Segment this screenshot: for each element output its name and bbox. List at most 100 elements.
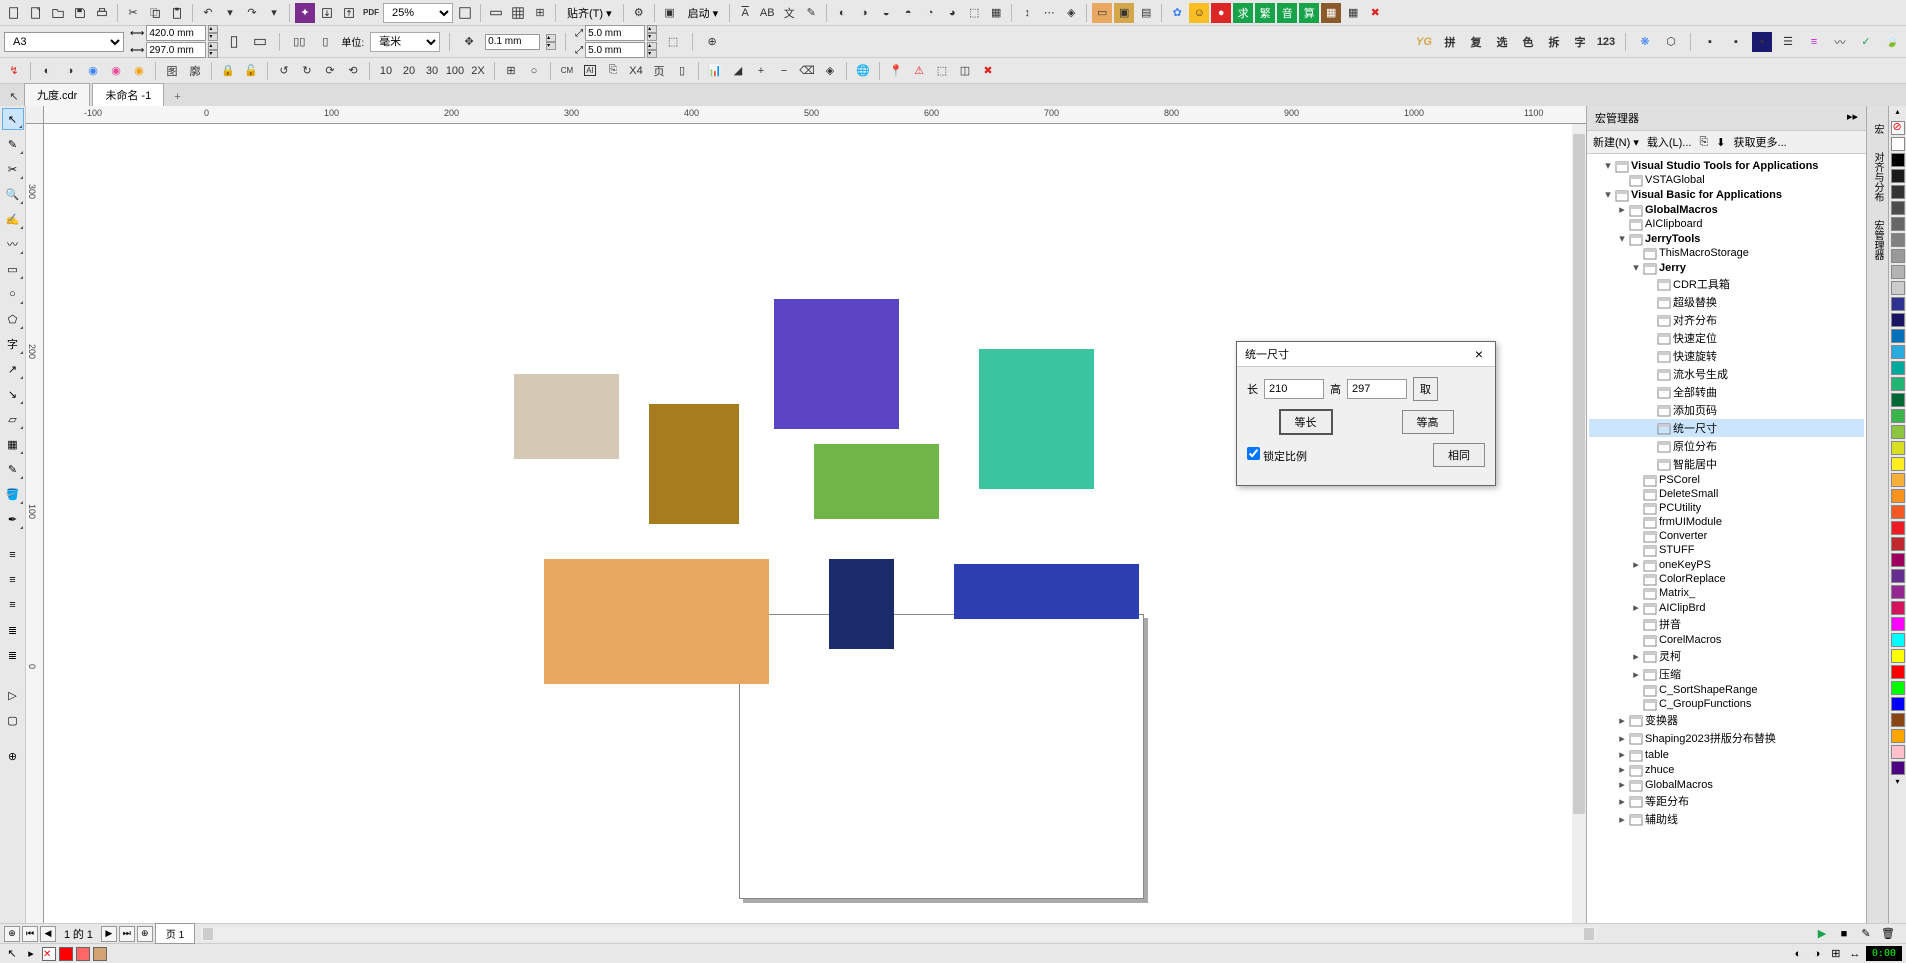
print-icon[interactable] bbox=[92, 3, 112, 23]
extra-tool-2[interactable]: ▢ bbox=[2, 709, 24, 731]
new-macro-button[interactable]: 新建(N) ▾ bbox=[1593, 134, 1639, 150]
expand-icon[interactable]: ▸ bbox=[1631, 668, 1641, 681]
group-icon[interactable]: ⬚ bbox=[932, 61, 952, 81]
macro-icon[interactable]: ▣ bbox=[660, 3, 680, 23]
panel-collapse-icon[interactable]: ▸▸ bbox=[1847, 110, 1858, 126]
t3-100[interactable]: 100 bbox=[445, 61, 465, 81]
tree-node[interactable]: ThisMacroStorage bbox=[1589, 246, 1864, 260]
new-from-template-icon[interactable] bbox=[26, 3, 46, 23]
status-tool-2[interactable]: ◑ bbox=[1809, 946, 1825, 962]
tree-node[interactable]: ▸辅助线 bbox=[1589, 810, 1864, 828]
dup-y-input[interactable] bbox=[585, 42, 645, 58]
t3-icon-3[interactable]: ◉ bbox=[83, 61, 103, 81]
eraser-icon[interactable]: ◢ bbox=[728, 61, 748, 81]
green-qiu-icon[interactable]: 求 bbox=[1233, 3, 1253, 23]
green-check-icon[interactable]: ✓ bbox=[1856, 32, 1876, 52]
get-more-button[interactable]: 获取更多... bbox=[1734, 134, 1787, 150]
intersect-icon[interactable]: ◒ bbox=[876, 3, 896, 23]
color-swatch[interactable] bbox=[1891, 473, 1905, 487]
panel-icon-2[interactable]: ⬇ bbox=[1716, 136, 1725, 149]
same-button[interactable]: 相同 bbox=[1433, 443, 1485, 467]
canvas-shape-4[interactable] bbox=[979, 349, 1094, 489]
dup-x-input[interactable] bbox=[585, 25, 645, 41]
canvas-shape-7[interactable] bbox=[954, 564, 1139, 619]
tree-node[interactable]: ▸压缩 bbox=[1589, 665, 1864, 683]
tree-node[interactable]: ▾Jerry bbox=[1589, 260, 1864, 275]
t3-icon-1[interactable]: ◐ bbox=[37, 61, 57, 81]
dialog-titlebar[interactable]: 统一尺寸 × bbox=[1237, 342, 1495, 367]
horizontal-ruler[interactable]: -100010020030040050060070080090010001100… bbox=[44, 106, 1586, 124]
tree-node[interactable]: 智能居中 bbox=[1589, 455, 1864, 473]
expand-icon[interactable]: ▸ bbox=[1617, 203, 1627, 216]
color-swatch[interactable] bbox=[1891, 201, 1905, 215]
expand-icon[interactable]: ▸ bbox=[1631, 601, 1641, 614]
text-eyedropper-icon[interactable]: ✎ bbox=[801, 3, 821, 23]
green-leaf-icon[interactable]: 🍃 bbox=[1882, 32, 1902, 52]
expand-icon[interactable]: ▸ bbox=[1617, 732, 1627, 745]
expand-icon[interactable]: ▸ bbox=[1617, 748, 1627, 761]
tree-node[interactable]: C_GroupFunctions bbox=[1589, 697, 1864, 711]
reset-icon[interactable]: ⟲ bbox=[343, 61, 363, 81]
color-swatch[interactable] bbox=[1891, 377, 1905, 391]
connector-tool[interactable]: ↘ bbox=[2, 383, 24, 405]
color-swatch[interactable] bbox=[1891, 665, 1905, 679]
tree-node[interactable]: 统一尺寸 bbox=[1589, 419, 1864, 437]
treat-as-icon[interactable]: ⬚ bbox=[663, 32, 683, 52]
docker-tab-1[interactable]: 宏 bbox=[1868, 116, 1887, 142]
tree-node[interactable]: DeleteSmall bbox=[1589, 487, 1864, 501]
tree-node[interactable]: ▸AIClipBrd bbox=[1589, 600, 1864, 615]
zoom-tool[interactable]: 🔍 bbox=[2, 183, 24, 205]
nudge-input[interactable] bbox=[485, 34, 540, 50]
stop-macro-icon[interactable]: ■ bbox=[1836, 926, 1852, 942]
tree-node[interactable]: ▸GlobalMacros bbox=[1589, 202, 1864, 217]
tree-node[interactable]: Matrix_ bbox=[1589, 586, 1864, 600]
height-up[interactable]: ▴ bbox=[208, 42, 218, 50]
prev-page[interactable]: ◀ bbox=[40, 926, 56, 942]
green-fan-icon[interactable]: 繁 bbox=[1255, 3, 1275, 23]
plus-icon[interactable]: + bbox=[751, 61, 771, 81]
tree-node[interactable]: STUFF bbox=[1589, 543, 1864, 557]
color-swatch[interactable] bbox=[1891, 553, 1905, 567]
scrollbar-thumb[interactable] bbox=[1573, 134, 1585, 814]
first-page[interactable]: ⏮ bbox=[22, 926, 38, 942]
tree-node[interactable]: PCUtility bbox=[1589, 501, 1864, 515]
tree-node[interactable]: VSTAGlobal bbox=[1589, 173, 1864, 187]
collapse-icon[interactable]: ▾ bbox=[1603, 188, 1613, 201]
align-left-tool[interactable]: ≡ bbox=[2, 544, 24, 566]
color-swatch[interactable] bbox=[1891, 489, 1905, 503]
outline-tool[interactable]: ✒ bbox=[2, 508, 24, 530]
rulers-icon[interactable] bbox=[486, 3, 506, 23]
tree-node[interactable]: 拼音 bbox=[1589, 615, 1864, 633]
canvas-shape-5[interactable] bbox=[544, 559, 769, 684]
chai-btn[interactable]: 拆 bbox=[1544, 32, 1564, 52]
tree-node[interactable]: ▸GlobalMacros bbox=[1589, 777, 1864, 792]
undo-dropdown-icon[interactable]: ▾ bbox=[220, 3, 240, 23]
docker-tab-3[interactable]: 宏管理器 bbox=[1868, 212, 1887, 268]
add-doc-tab[interactable]: + bbox=[166, 88, 188, 106]
rotate-ccw-icon[interactable]: ↺ bbox=[274, 61, 294, 81]
tree-node[interactable]: 流水号生成 bbox=[1589, 365, 1864, 383]
color-swatch[interactable] bbox=[1891, 313, 1905, 327]
doc-tab-1[interactable]: 九度.cdr bbox=[24, 83, 90, 106]
get-button[interactable]: 取 bbox=[1413, 377, 1438, 401]
shape-tool[interactable]: ✎ bbox=[2, 133, 24, 155]
se-btn[interactable]: 色 bbox=[1518, 32, 1538, 52]
tree-node[interactable]: ▸table bbox=[1589, 747, 1864, 762]
page-height-input[interactable] bbox=[146, 42, 206, 58]
page-preset-dropdown[interactable]: A3 bbox=[4, 32, 124, 52]
crop-tool[interactable]: ✂ bbox=[2, 158, 24, 180]
nudge-down[interactable]: ▾ bbox=[546, 42, 556, 50]
color-swatch[interactable] bbox=[1891, 537, 1905, 551]
tree-node[interactable]: 快速旋转 bbox=[1589, 347, 1864, 365]
ruler-origin[interactable] bbox=[26, 106, 44, 124]
align-center-tool[interactable]: ≡ bbox=[2, 569, 24, 591]
guidelines-icon[interactable]: ⊞ bbox=[530, 3, 550, 23]
tree-node[interactable]: ▸Shaping2023拼版分布替换 bbox=[1589, 729, 1864, 747]
length-input[interactable] bbox=[1264, 379, 1324, 399]
width-up[interactable]: ▴ bbox=[208, 25, 218, 33]
artistic-tool[interactable]: 〰 bbox=[2, 233, 24, 255]
expand-icon[interactable]: ▸ bbox=[1617, 795, 1627, 808]
equal-length-button[interactable]: 等长 bbox=[1279, 409, 1333, 435]
ungroup-icon[interactable]: ◫ bbox=[955, 61, 975, 81]
color-swatch[interactable] bbox=[1891, 185, 1905, 199]
